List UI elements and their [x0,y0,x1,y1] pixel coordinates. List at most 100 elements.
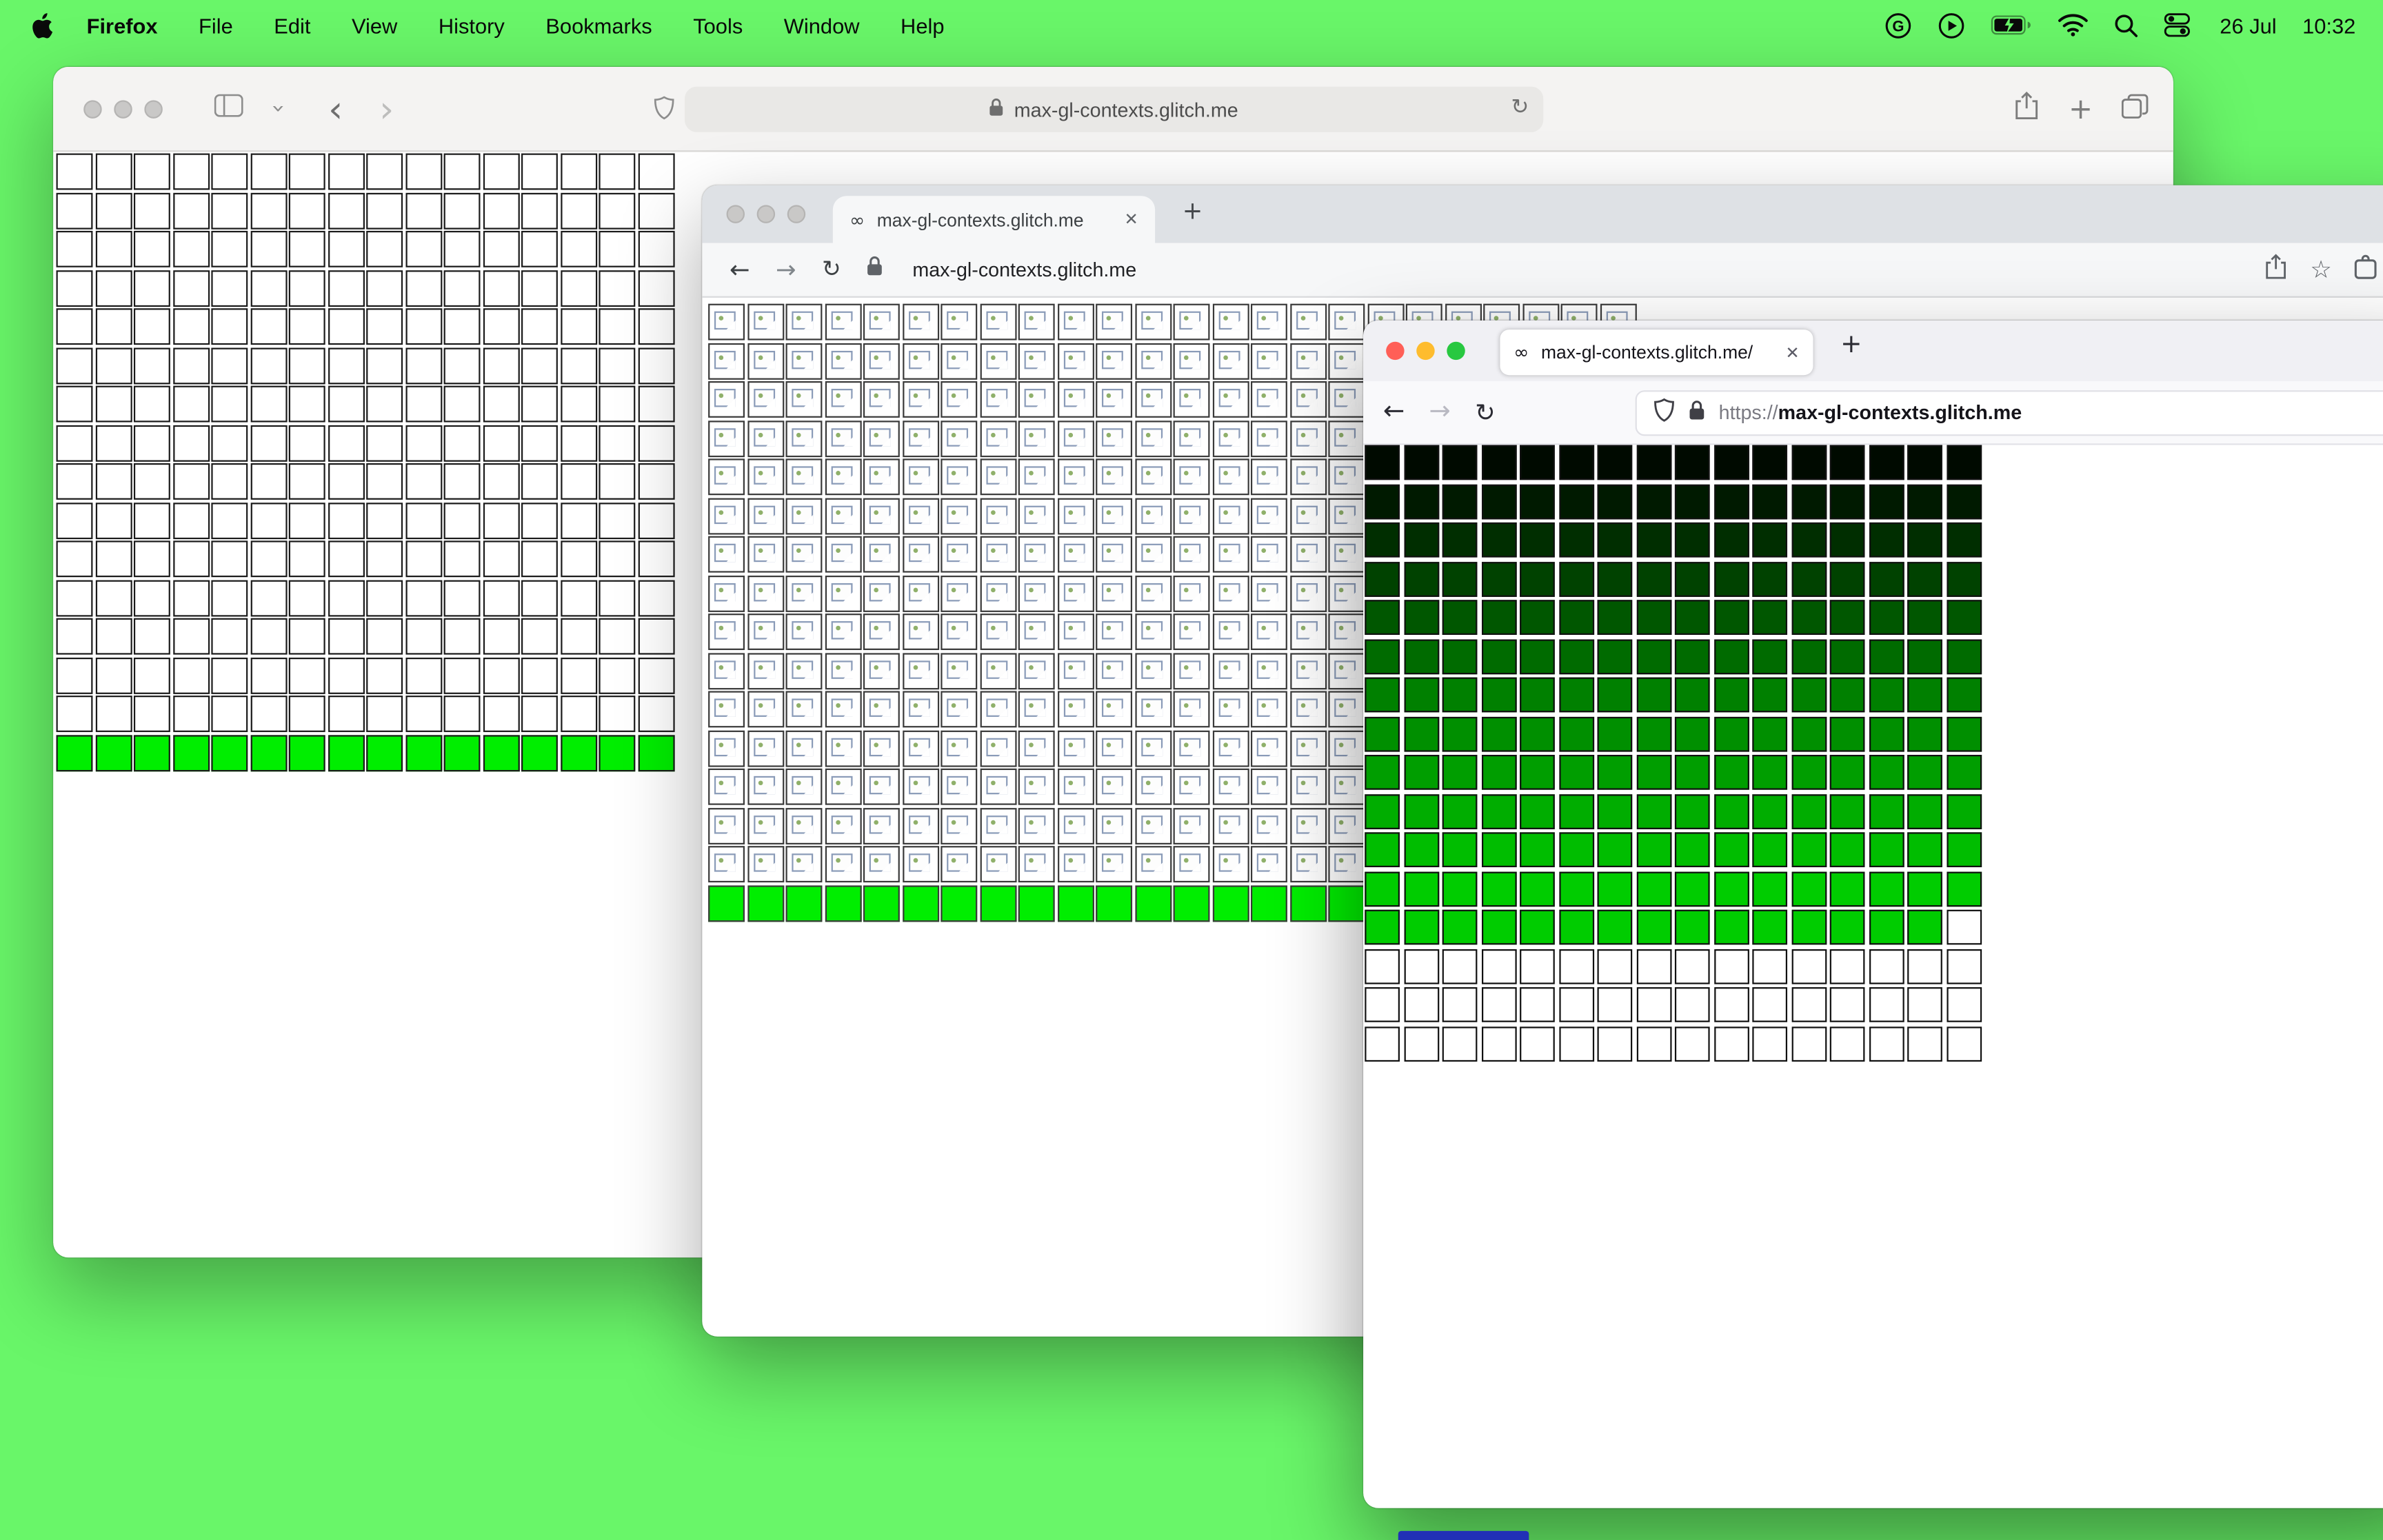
play-circle-icon[interactable] [1937,12,1964,39]
tab-strip[interactable]: ∞ max-gl-contexts.glitch.me/ ✕ + [1363,320,2383,382]
menu-bar-clock[interactable]: 10:32 [2302,13,2355,37]
grid-cell [482,579,519,616]
grid-cell [1520,638,1555,674]
sidebar-toggle-icon[interactable] [214,93,243,123]
grid-cell [1520,445,1555,480]
reload-button[interactable]: ↻ [822,257,841,281]
menu-file[interactable]: File [199,13,233,37]
grid-cell [1752,909,1788,945]
forward-button[interactable]: → [1429,398,1450,425]
grid-cell [1791,754,1827,790]
safari-toolbar[interactable]: › ‹ › max-gl-contexts.glitch.me ↻ + [53,66,2173,152]
browser-tab[interactable]: ∞ max-gl-contexts.glitch.me/ ✕ [1500,330,1813,376]
grid-cell [482,424,519,461]
new-tab-button[interactable]: + [2069,94,2093,124]
broken-image-icon [869,389,891,407]
close-tab-icon[interactable]: ✕ [1785,344,1799,361]
broken-image-icon [1295,815,1317,833]
grid-cell [521,270,558,306]
close-tab-icon[interactable]: ✕ [1125,211,1138,227]
broken-image-cell [863,614,900,650]
broken-image-icon [1179,427,1201,446]
extensions-icon[interactable] [2355,254,2380,287]
close-window-button[interactable] [1386,341,1405,361]
grid-cell [327,153,364,190]
privacy-shield-icon[interactable] [654,96,675,128]
broken-image-cell [1018,614,1055,650]
back-button[interactable]: ← [730,256,750,281]
grid-cell [94,308,132,345]
spotlight-search-icon[interactable] [2113,13,2138,37]
grid-cell [1829,793,1865,829]
zoom-window-button[interactable] [787,205,806,223]
wifi-icon[interactable] [2057,14,2087,37]
control-center-icon[interactable] [2163,12,2190,38]
tracking-protection-shield-icon[interactable] [1653,398,1675,427]
menu-edit[interactable]: Edit [274,13,310,37]
new-tab-button[interactable]: + [1183,199,1203,223]
menu-history[interactable]: History [439,13,505,37]
close-window-button[interactable] [726,205,745,223]
grid-cell [482,618,519,655]
forward-button[interactable]: › [379,90,394,127]
close-window-button[interactable] [83,99,102,118]
apple-menu-icon[interactable] [30,12,53,39]
broken-image-cell [1328,652,1365,689]
browser-toolbar[interactable]: ← → ↻ https://max-gl-contexts.glitch.me [1363,381,2383,445]
forward-button[interactable]: → [776,256,796,281]
broken-image-cell [941,652,978,689]
grid-cell [1480,754,1516,790]
minimize-window-button[interactable] [756,205,776,223]
grid-cell [1558,716,1593,751]
reload-icon[interactable]: ↻ [1511,97,1529,119]
grid-cell [637,656,674,693]
reload-button[interactable]: ↻ [1475,399,1496,425]
grid-cell [1829,522,1865,558]
broken-image-cell [1056,342,1094,379]
grid-cell [521,424,558,461]
broken-image-cell [979,497,1016,534]
broken-image-cell [941,536,978,573]
address-bar[interactable]: https://max-gl-contexts.glitch.me [1635,389,2383,436]
back-button[interactable]: ← [1383,398,1405,425]
zoom-window-button[interactable] [144,99,163,118]
g-circle-icon[interactable]: G [1884,12,1911,39]
broken-image-icon [869,543,891,563]
tab-strip[interactable]: ∞ max-gl-contexts.glitch.me ✕ + [702,185,2383,243]
grid-cell [1520,1026,1555,1061]
broken-image-cell [708,497,745,534]
tab-overview-icon[interactable] [2121,93,2149,125]
address-bar-url[interactable]: max-gl-contexts.glitch.me [912,259,1136,281]
active-app-name[interactable]: Firefox [87,13,158,37]
broken-image-icon [830,776,852,795]
zoom-window-button[interactable] [1447,341,1465,361]
browser-toolbar[interactable]: ← → ↻ max-gl-contexts.glitch.me ☆ [702,243,2383,298]
broken-image-cell [1250,303,1287,341]
dock-icon-peek[interactable] [1398,1530,1529,1540]
broken-image-icon [985,815,1007,833]
lock-icon[interactable] [1689,399,1705,425]
broken-image-cell [1173,536,1210,573]
browser-tab[interactable]: ∞ max-gl-contexts.glitch.me ✕ [832,196,1156,243]
share-icon[interactable] [2264,254,2287,287]
menu-bar-date[interactable]: 26 Jul [2220,13,2276,37]
menu-view[interactable]: View [352,13,397,37]
address-bar[interactable]: max-gl-contexts.glitch.me ↻ [683,86,1543,132]
minimize-window-button[interactable] [1416,341,1435,361]
grid-cell [405,270,442,306]
broken-image-icon [1256,349,1278,369]
broken-image-icon [792,737,814,756]
broken-image-icon [947,698,969,717]
battery-charging-icon[interactable] [1990,15,2031,35]
back-button[interactable]: ‹ [328,90,343,127]
chevron-down-icon[interactable]: › [265,104,293,113]
menu-help[interactable]: Help [901,13,944,37]
menu-tools[interactable]: Tools [693,13,743,37]
share-icon[interactable] [2014,91,2040,128]
new-tab-button[interactable]: + [1840,332,1862,358]
menu-window[interactable]: Window [784,13,860,37]
menu-bookmarks[interactable]: Bookmarks [545,13,652,37]
grid-cell [1520,561,1555,596]
bookmark-star-icon[interactable]: ☆ [2310,257,2332,283]
minimize-window-button[interactable] [114,99,132,118]
